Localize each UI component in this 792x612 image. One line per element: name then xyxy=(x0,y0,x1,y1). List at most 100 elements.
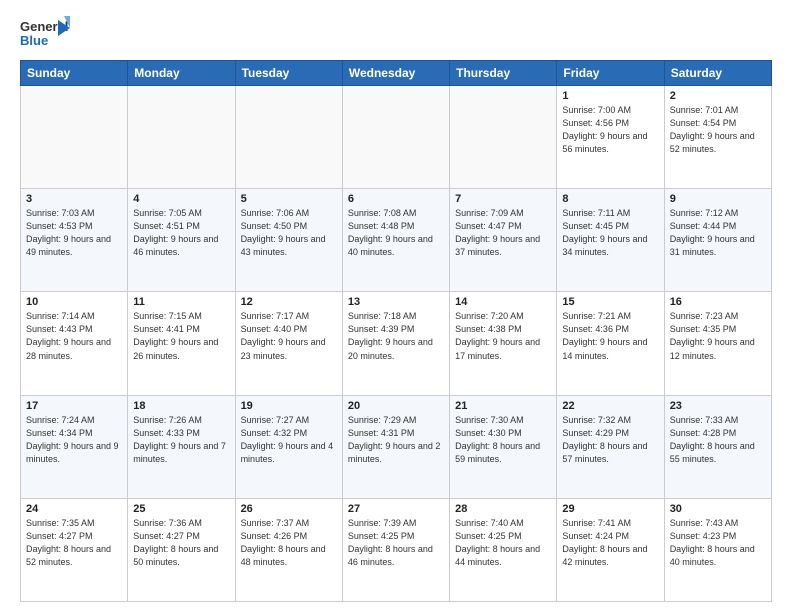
calendar-table: SundayMondayTuesdayWednesdayThursdayFrid… xyxy=(20,60,772,602)
day-number: 17 xyxy=(26,400,122,412)
calendar-cell: 14 Sunrise: 7:20 AM Sunset: 4:38 PM Dayli… xyxy=(450,292,557,395)
day-info: Sunrise: 7:17 AM Sunset: 4:40 PM Dayligh… xyxy=(241,310,337,362)
day-number: 7 xyxy=(455,193,551,205)
day-info: Sunrise: 7:03 AM Sunset: 4:53 PM Dayligh… xyxy=(26,207,122,259)
day-number: 15 xyxy=(562,296,658,308)
day-number: 16 xyxy=(670,296,766,308)
day-number: 5 xyxy=(241,193,337,205)
day-header-wednesday: Wednesday xyxy=(342,61,449,86)
calendar-cell: 16 Sunrise: 7:23 AM Sunset: 4:35 PM Dayli… xyxy=(664,292,771,395)
day-info: Sunrise: 7:35 AM Sunset: 4:27 PM Dayligh… xyxy=(26,517,122,569)
calendar-week-4: 17 Sunrise: 7:24 AM Sunset: 4:34 PM Dayli… xyxy=(21,395,772,498)
day-number: 23 xyxy=(670,400,766,412)
calendar-cell: 11 Sunrise: 7:15 AM Sunset: 4:41 PM Dayli… xyxy=(128,292,235,395)
calendar-cell: 26Sunrise: 7:37 AM Sunset: 4:26 PM Dayli… xyxy=(235,498,342,601)
calendar-cell: 2Sunrise: 7:01 AM Sunset: 4:54 PM Daylig… xyxy=(664,86,771,189)
calendar-cell: 28 Sunrise: 7:40 AM Sunset: 4:25 PM Dayli… xyxy=(450,498,557,601)
day-number: 6 xyxy=(348,193,444,205)
calendar-cell: 10 Sunrise: 7:14 AM Sunset: 4:43 PM Dayli… xyxy=(21,292,128,395)
day-number: 2 xyxy=(670,90,766,102)
header: GeneralBlue xyxy=(20,16,772,52)
calendar-cell xyxy=(235,86,342,189)
day-number: 11 xyxy=(133,296,229,308)
day-info: Sunrise: 7:18 AM Sunset: 4:39 PM Dayligh… xyxy=(348,310,444,362)
day-info: Sunrise: 7:39 AM Sunset: 4:25 PM Dayligh… xyxy=(348,517,444,569)
day-number: 22 xyxy=(562,400,658,412)
day-number: 19 xyxy=(241,400,337,412)
calendar-cell: 6 Sunrise: 7:08 AM Sunset: 4:48 PM Daylig… xyxy=(342,189,449,292)
day-info: Sunrise: 7:06 AM Sunset: 4:50 PM Dayligh… xyxy=(241,207,337,259)
calendar-cell: 18Sunrise: 7:26 AM Sunset: 4:33 PM Dayli… xyxy=(128,395,235,498)
day-info: Sunrise: 7:43 AM Sunset: 4:23 PM Dayligh… xyxy=(670,517,766,569)
svg-text:Blue: Blue xyxy=(20,33,48,48)
calendar-week-5: 24 Sunrise: 7:35 AM Sunset: 4:27 PM Dayli… xyxy=(21,498,772,601)
day-header-sunday: Sunday xyxy=(21,61,128,86)
calendar-cell: 24 Sunrise: 7:35 AM Sunset: 4:27 PM Dayli… xyxy=(21,498,128,601)
day-info: Sunrise: 7:36 AM Sunset: 4:27 PM Dayligh… xyxy=(133,517,229,569)
day-number: 14 xyxy=(455,296,551,308)
day-info: Sunrise: 7:24 AM Sunset: 4:34 PM Dayligh… xyxy=(26,414,122,466)
day-number: 24 xyxy=(26,503,122,515)
calendar-cell: 13 Sunrise: 7:18 AM Sunset: 4:39 PM Dayli… xyxy=(342,292,449,395)
day-number: 9 xyxy=(670,193,766,205)
day-info: Sunrise: 7:20 AM Sunset: 4:38 PM Dayligh… xyxy=(455,310,551,362)
calendar-cell: 8 Sunrise: 7:11 AM Sunset: 4:45 PM Daylig… xyxy=(557,189,664,292)
day-info: Sunrise: 7:41 AM Sunset: 4:24 PM Dayligh… xyxy=(562,517,658,569)
day-number: 20 xyxy=(348,400,444,412)
day-number: 13 xyxy=(348,296,444,308)
day-number: 18 xyxy=(133,400,229,412)
day-info: Sunrise: 7:40 AM Sunset: 4:25 PM Dayligh… xyxy=(455,517,551,569)
day-number: 30 xyxy=(670,503,766,515)
day-info: Sunrise: 7:14 AM Sunset: 4:43 PM Dayligh… xyxy=(26,310,122,362)
calendar-cell: 15 Sunrise: 7:21 AM Sunset: 4:36 PM Dayli… xyxy=(557,292,664,395)
calendar-cell xyxy=(450,86,557,189)
day-number: 26 xyxy=(241,503,337,515)
day-info: Sunrise: 7:09 AM Sunset: 4:47 PM Dayligh… xyxy=(455,207,551,259)
calendar-cell xyxy=(342,86,449,189)
day-header-friday: Friday xyxy=(557,61,664,86)
day-number: 10 xyxy=(26,296,122,308)
day-info: Sunrise: 7:15 AM Sunset: 4:41 PM Dayligh… xyxy=(133,310,229,362)
logo: GeneralBlue xyxy=(20,16,70,52)
calendar-cell: 5 Sunrise: 7:06 AM Sunset: 4:50 PM Daylig… xyxy=(235,189,342,292)
calendar-cell: 3 Sunrise: 7:03 AM Sunset: 4:53 PM Daylig… xyxy=(21,189,128,292)
day-info: Sunrise: 7:00 AM Sunset: 4:56 PM Dayligh… xyxy=(562,104,658,156)
calendar-cell: 9 Sunrise: 7:12 AM Sunset: 4:44 PM Daylig… xyxy=(664,189,771,292)
day-number: 3 xyxy=(26,193,122,205)
day-info: Sunrise: 7:08 AM Sunset: 4:48 PM Dayligh… xyxy=(348,207,444,259)
page: GeneralBlue SundayMondayTuesdayWednesday… xyxy=(0,0,792,612)
day-info: Sunrise: 7:05 AM Sunset: 4:51 PM Dayligh… xyxy=(133,207,229,259)
day-number: 28 xyxy=(455,503,551,515)
calendar-cell: 1 Sunrise: 7:00 AM Sunset: 4:56 PM Daylig… xyxy=(557,86,664,189)
day-header-monday: Monday xyxy=(128,61,235,86)
day-number: 27 xyxy=(348,503,444,515)
day-info: Sunrise: 7:33 AM Sunset: 4:28 PM Dayligh… xyxy=(670,414,766,466)
calendar-cell: 12 Sunrise: 7:17 AM Sunset: 4:40 PM Dayli… xyxy=(235,292,342,395)
day-info: Sunrise: 7:32 AM Sunset: 4:29 PM Dayligh… xyxy=(562,414,658,466)
day-info: Sunrise: 7:12 AM Sunset: 4:44 PM Dayligh… xyxy=(670,207,766,259)
calendar-cell: 27 Sunrise: 7:39 AM Sunset: 4:25 PM Dayli… xyxy=(342,498,449,601)
calendar-cell xyxy=(21,86,128,189)
day-number: 29 xyxy=(562,503,658,515)
calendar-cell: 19 Sunrise: 7:27 AM Sunset: 4:32 PM Dayli… xyxy=(235,395,342,498)
day-header-thursday: Thursday xyxy=(450,61,557,86)
calendar-cell xyxy=(128,86,235,189)
calendar-week-2: 3 Sunrise: 7:03 AM Sunset: 4:53 PM Daylig… xyxy=(21,189,772,292)
day-info: Sunrise: 7:27 AM Sunset: 4:32 PM Dayligh… xyxy=(241,414,337,466)
calendar-week-3: 10 Sunrise: 7:14 AM Sunset: 4:43 PM Dayli… xyxy=(21,292,772,395)
calendar-cell: 20Sunrise: 7:29 AM Sunset: 4:31 PM Dayli… xyxy=(342,395,449,498)
day-info: Sunrise: 7:21 AM Sunset: 4:36 PM Dayligh… xyxy=(562,310,658,362)
day-info: Sunrise: 7:11 AM Sunset: 4:45 PM Dayligh… xyxy=(562,207,658,259)
day-info: Sunrise: 7:30 AM Sunset: 4:30 PM Dayligh… xyxy=(455,414,551,466)
calendar-header-row: SundayMondayTuesdayWednesdayThursdayFrid… xyxy=(21,61,772,86)
calendar-cell: 30 Sunrise: 7:43 AM Sunset: 4:23 PM Dayli… xyxy=(664,498,771,601)
calendar-cell: 21 Sunrise: 7:30 AM Sunset: 4:30 PM Dayli… xyxy=(450,395,557,498)
day-number: 1 xyxy=(562,90,658,102)
calendar-cell: 17 Sunrise: 7:24 AM Sunset: 4:34 PM Dayli… xyxy=(21,395,128,498)
day-number: 21 xyxy=(455,400,551,412)
day-header-saturday: Saturday xyxy=(664,61,771,86)
day-number: 12 xyxy=(241,296,337,308)
day-info: Sunrise: 7:23 AM Sunset: 4:35 PM Dayligh… xyxy=(670,310,766,362)
day-number: 25 xyxy=(133,503,229,515)
day-number: 8 xyxy=(562,193,658,205)
